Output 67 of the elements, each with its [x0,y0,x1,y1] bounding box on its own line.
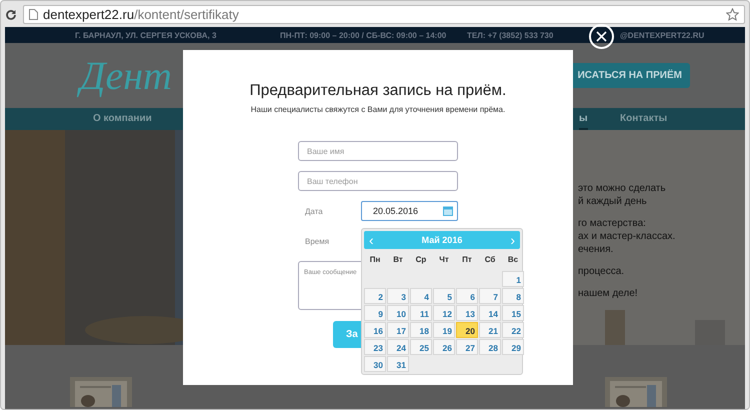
date-field[interactable]: 20.05.2016 [361,201,458,221]
calendar-day[interactable]: 8 [502,288,524,304]
contact-info: Г. БАРНАУЛ, УЛ. СЕРГЕЯ УСКОВА, 3 [75,30,216,40]
calendar-day[interactable]: 28 [479,339,501,355]
calendar-icon [443,206,453,216]
body-text: это можно сделать [578,183,667,195]
contact-info: ТЕЛ: +7 (3852) 533 730 [467,30,554,40]
calendar-day[interactable]: 2 [364,288,386,304]
star-icon[interactable] [726,8,739,21]
calendar-day[interactable]: 21 [479,322,501,338]
dialog-subtitle: Наши специалисты свяжутся с Вами для уточнения времени прёма. [250,105,506,114]
calendar-day[interactable]: 4 [410,288,432,304]
close-button[interactable] [589,24,614,49]
body-text: й каждый день [578,196,648,208]
weekday-label: Вт [392,254,404,266]
calendar-day[interactable]: 5 [433,288,455,304]
close-icon [596,31,607,42]
page-icon [29,9,38,20]
body-text: ечения. [578,244,614,256]
calendar-day[interactable]: 18 [410,322,432,338]
weekday-label: Ср [414,254,428,266]
calendar-day[interactable]: 29 [502,339,524,355]
calendar-day[interactable]: 13 [456,305,478,321]
calendar-day[interactable]: 20 [456,322,478,338]
calendar-day[interactable]: 9 [364,305,386,321]
weekday-label: Вс [506,254,520,266]
body-text: процесса. [578,266,626,278]
calendar-day[interactable]: 25 [410,339,432,355]
calendar-day[interactable]: 11 [410,305,432,321]
calendar-day[interactable]: 15 [502,305,524,321]
body-text: нашем деле! [578,288,639,300]
body-text: ах и мастер-классах. [578,231,676,243]
address-bar[interactable]: dentexpert22.ru/kontent/sertifikaty [23,5,745,24]
weekday-label: Пн [368,254,382,266]
nav-item[interactable]: Контакты [620,108,668,130]
calendar-day[interactable]: 24 [387,339,409,355]
weekday-label: Чт [438,254,450,266]
calendar-day[interactable]: 14 [479,305,501,321]
calendar-day[interactable]: 10 [387,305,409,321]
contact-info: ПН-ПТ: 09:00 – 20:00 / СБ-ВС: 09:00 – 14:00 [280,30,446,40]
weekday-label: Сб [484,254,496,266]
nav-item[interactable]: О компании [93,108,152,130]
dialog-title: Предварительная запись на приём. [250,82,506,100]
calendar-day[interactable]: 17 [387,322,409,338]
field-label: Время [304,236,330,246]
calendar-day[interactable]: 6 [456,288,478,304]
calendar-day[interactable]: 27 [456,339,478,355]
field-label: Дата [304,206,324,216]
calendar-day[interactable]: 12 [433,305,455,321]
calendar-day[interactable]: 22 [502,322,524,338]
calendar-day[interactable]: 23 [364,339,386,355]
calendar-day[interactable]: 31 [387,356,409,372]
calendar-day[interactable]: 16 [364,322,386,338]
input-field[interactable]: Ваше имя [298,141,458,161]
contact-info: @DENTEXPERT22.RU [620,30,704,40]
reload-icon[interactable] [5,8,17,20]
body-text: го мастерства: [578,218,647,230]
weekday-label: Пт [461,254,473,266]
calendar-day[interactable]: 3 [387,288,409,304]
calendar-day[interactable]: 1 [502,271,524,287]
month-title: Май 2016 [422,235,462,245]
calendar-day[interactable]: 30 [364,356,386,372]
calendar-day[interactable]: 7 [479,288,501,304]
calendar-day[interactable]: 19 [433,322,455,338]
url-text: dentexpert22.ru/kontent/sertifikaty [43,7,239,22]
calendar-day[interactable]: 26 [433,339,455,355]
input-field[interactable]: Ваш телефон [298,171,458,191]
